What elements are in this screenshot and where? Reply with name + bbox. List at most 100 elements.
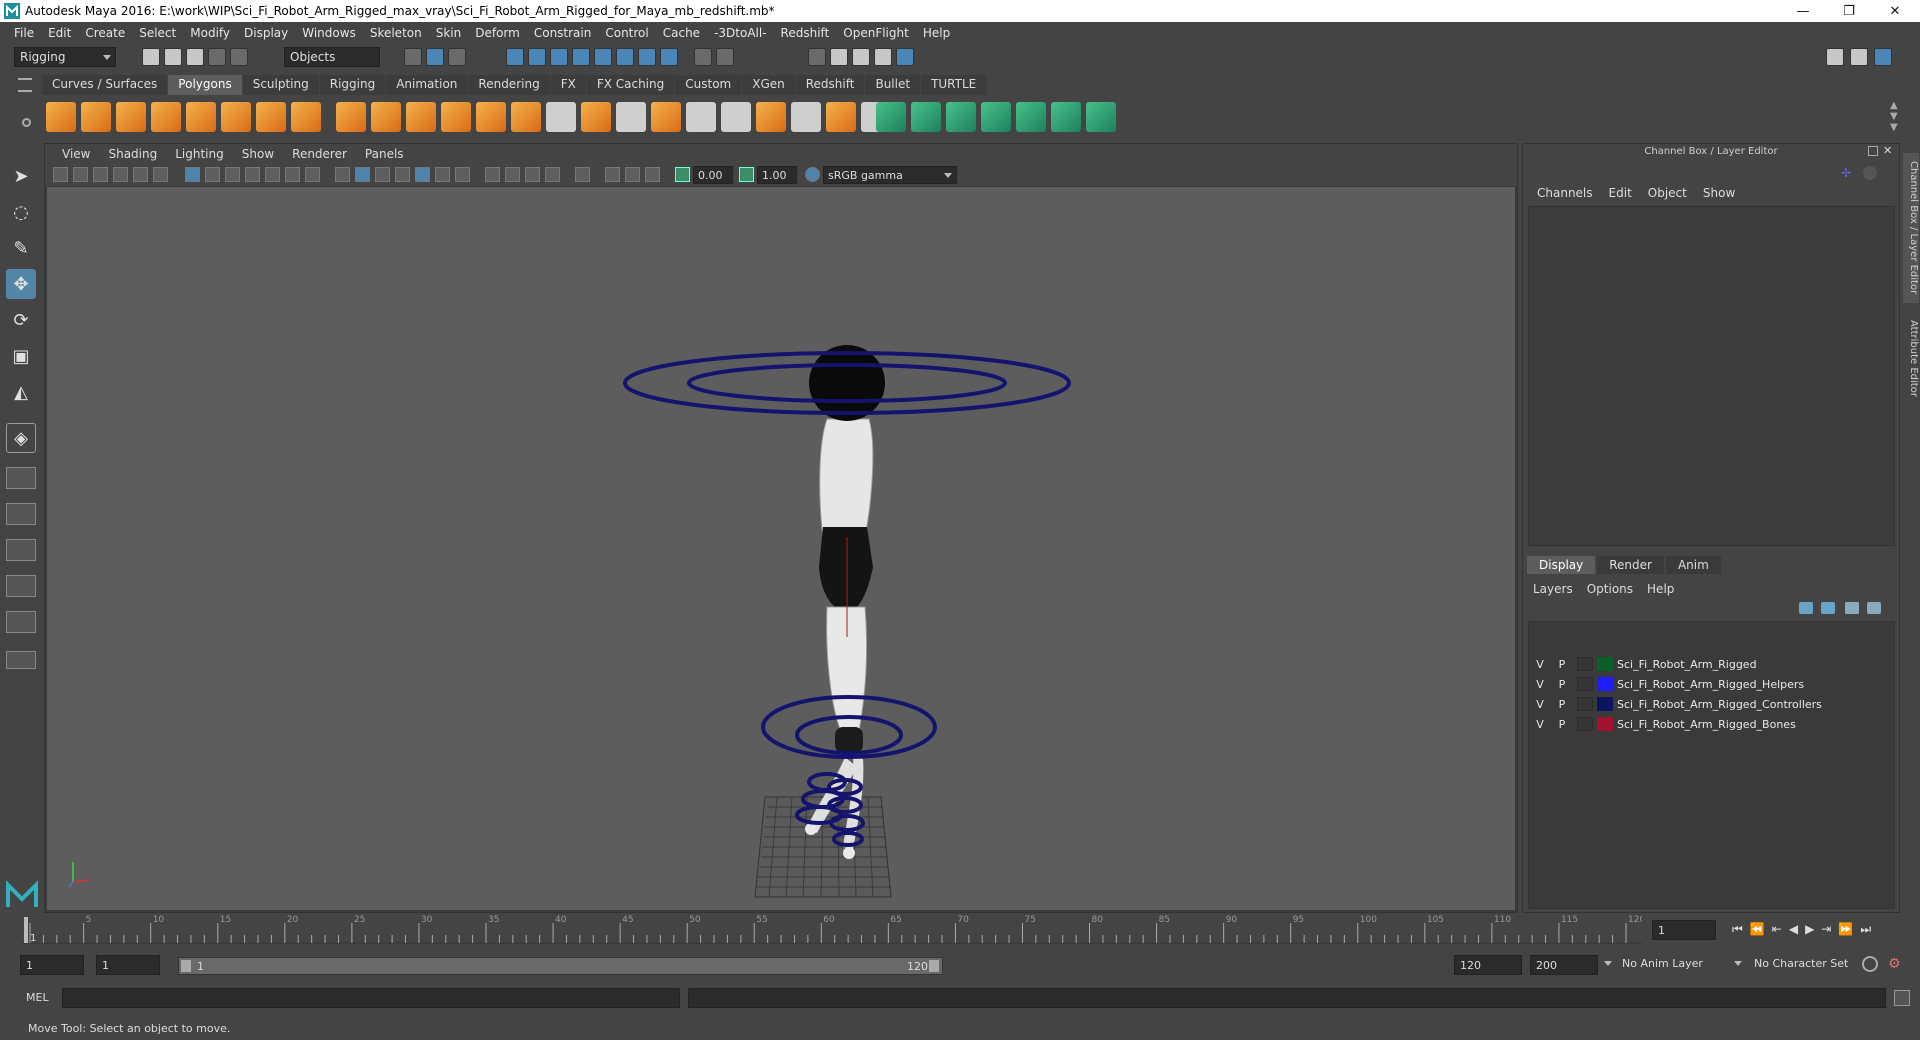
range-end-handle[interactable] — [929, 960, 939, 972]
default-material-icon[interactable] — [375, 167, 390, 182]
time-ruler[interactable]: 5 10 15 20 25 30 35 40 45 50 55 60 65 70 75 80 85 90 95 100… — [22, 913, 1645, 945]
menu-display[interactable]: Display — [238, 26, 296, 40]
gamma-icon[interactable] — [739, 167, 754, 182]
character-set-dropdown-arrow-icon[interactable] — [1734, 961, 1742, 966]
minimize-button[interactable]: — — [1780, 0, 1826, 22]
layer-display-type-toggle[interactable] — [1577, 717, 1593, 731]
two-d-pan-icon[interactable] — [133, 167, 148, 182]
custom-layout-icon[interactable] — [6, 651, 36, 669]
layer-playback-toggle[interactable]: P — [1551, 698, 1573, 711]
command-input[interactable] — [62, 988, 680, 1008]
go-to-start-icon[interactable]: ⏮ — [1732, 922, 1750, 936]
image-plane-icon[interactable] — [113, 167, 128, 182]
snap-vertex-icon[interactable] — [638, 48, 656, 66]
viewport-menu-shading[interactable]: Shading — [99, 147, 166, 161]
safe-action-icon[interactable] — [285, 167, 300, 182]
shelf-tab-rendering[interactable]: Rendering — [468, 75, 550, 95]
time-slider[interactable]: 5 10 15 20 25 30 35 40 45 50 55 60 65 70 75 80 85 90 95 100… — [22, 913, 1645, 945]
select-object-icon[interactable] — [426, 48, 444, 66]
shadows-icon[interactable] — [455, 167, 470, 182]
last-tool-icon[interactable]: ◭ — [6, 377, 36, 407]
mirror-icon[interactable] — [406, 102, 436, 132]
combine-icon[interactable] — [336, 102, 366, 132]
scale-tool-icon[interactable]: ▣ — [6, 341, 36, 371]
menu-control[interactable]: Control — [599, 26, 656, 40]
snap-view-plane-icon[interactable] — [572, 48, 590, 66]
menu-file[interactable]: File — [8, 26, 42, 40]
gate-mask-icon[interactable] — [245, 167, 260, 182]
go-to-end-icon[interactable]: ⏭ — [1860, 922, 1878, 936]
anim-layer-dropdown-arrow-icon[interactable] — [1604, 961, 1612, 966]
range-slider[interactable]: 1 120 — [178, 957, 943, 975]
menu-windows[interactable]: Windows — [296, 26, 364, 40]
layer-menu-layers[interactable]: Layers — [1533, 582, 1581, 596]
field-chart-icon[interactable] — [265, 167, 280, 182]
extrude-icon[interactable] — [511, 102, 541, 132]
auto-key-icon[interactable] — [1862, 956, 1878, 972]
undo-icon[interactable] — [208, 48, 226, 66]
animation-end-field[interactable]: 200 — [1530, 955, 1598, 975]
hypershade-layout-icon[interactable] — [6, 611, 36, 633]
smooth-icon[interactable] — [441, 102, 471, 132]
shelf-tab-fx[interactable]: FX — [550, 75, 586, 95]
shelf-tab-fx-caching[interactable]: FX Caching — [586, 75, 675, 95]
xray-joints-icon[interactable] — [625, 167, 640, 182]
color-management-icon[interactable] — [805, 167, 820, 182]
menu-help[interactable]: Help — [917, 26, 958, 40]
rotate-tool-icon[interactable]: ⟳ — [6, 305, 36, 335]
snap-grid-icon[interactable] — [506, 48, 524, 66]
playback-buttons[interactable]: ⏮⏪⇤◀▶⇥⏩⏭ — [1732, 922, 1878, 937]
layer-visibility-toggle[interactable]: V — [1529, 658, 1551, 671]
bevel-icon[interactable] — [476, 102, 506, 132]
grease-pencil-icon[interactable] — [153, 167, 168, 182]
close-button[interactable]: ✕ — [1872, 0, 1918, 22]
exposure-field[interactable]: 0.00 — [693, 166, 733, 184]
paint-select-tool-icon[interactable]: ✎ — [6, 233, 36, 263]
channel-options-icon[interactable] — [1863, 166, 1877, 180]
layer-playback-toggle[interactable]: P — [1551, 678, 1573, 691]
layer-visibility-toggle[interactable]: V — [1529, 678, 1551, 691]
shelf-tab-turtle[interactable]: TURTLE — [921, 75, 987, 95]
layer-tab-display[interactable]: Display — [1527, 556, 1596, 574]
two-view-layout-icon[interactable] — [6, 503, 36, 525]
history-icon[interactable] — [660, 48, 678, 66]
multi-cut-icon[interactable] — [546, 102, 576, 132]
snap-live-icon[interactable] — [594, 48, 612, 66]
spherical-map-icon[interactable] — [946, 102, 976, 132]
play-forwards-icon[interactable]: ▶ — [1805, 922, 1821, 936]
snap-point-icon[interactable] — [550, 48, 568, 66]
cut-uv-icon[interactable] — [1016, 102, 1046, 132]
channel-box-toggle-icon[interactable] — [1874, 48, 1892, 66]
attribute-editor-side-tab[interactable]: Attribute Editor — [1903, 313, 1919, 403]
layer-row[interactable]: V P Sci_Fi_Robot_Arm_Rigged_Bones — [1529, 714, 1894, 734]
channel-box-menu-show[interactable]: Show — [1695, 186, 1743, 200]
menu-create[interactable]: Create — [79, 26, 133, 40]
layer-display-type-toggle[interactable] — [1577, 677, 1593, 691]
menu-deform[interactable]: Deform — [469, 26, 528, 40]
layer-menu-options[interactable]: Options — [1587, 582, 1641, 596]
channel-box-menu-object[interactable]: Object — [1640, 186, 1695, 200]
shelf-tab-redshift[interactable]: Redshift — [795, 75, 865, 95]
hypershade-icon[interactable] — [896, 48, 914, 66]
shelf-settings-icon[interactable] — [22, 118, 31, 127]
new-scene-icon[interactable] — [142, 48, 160, 66]
layer-visibility-toggle[interactable]: V — [1529, 698, 1551, 711]
isolate-select-icon[interactable] — [575, 167, 590, 182]
render-settings-icon[interactable] — [874, 48, 892, 66]
animation-start-field[interactable]: 1 — [20, 955, 84, 975]
move-layer-up-icon[interactable] — [1799, 602, 1813, 614]
command-language-toggle[interactable]: MEL — [26, 991, 49, 1004]
poly-sphere-icon[interactable] — [46, 102, 76, 132]
menu-3dtoall[interactable]: -3DtoAll- — [708, 26, 774, 40]
grid-icon[interactable] — [185, 167, 200, 182]
wireframe-on-shaded-icon[interactable] — [395, 167, 410, 182]
play-backwards-icon[interactable]: ◀ — [1789, 922, 1805, 936]
unfold-uv-icon[interactable] — [1086, 102, 1116, 132]
select-component-icon[interactable] — [448, 48, 466, 66]
viewport-menu-show[interactable]: Show — [233, 147, 283, 161]
poly-pyramid-icon[interactable] — [256, 102, 286, 132]
menu-openflight[interactable]: OpenFlight — [837, 26, 917, 40]
scene-render[interactable] — [47, 187, 1515, 910]
step-forward-frame-icon[interactable]: ⇥ — [1821, 922, 1838, 936]
layer-tab-render[interactable]: Render — [1597, 556, 1664, 574]
